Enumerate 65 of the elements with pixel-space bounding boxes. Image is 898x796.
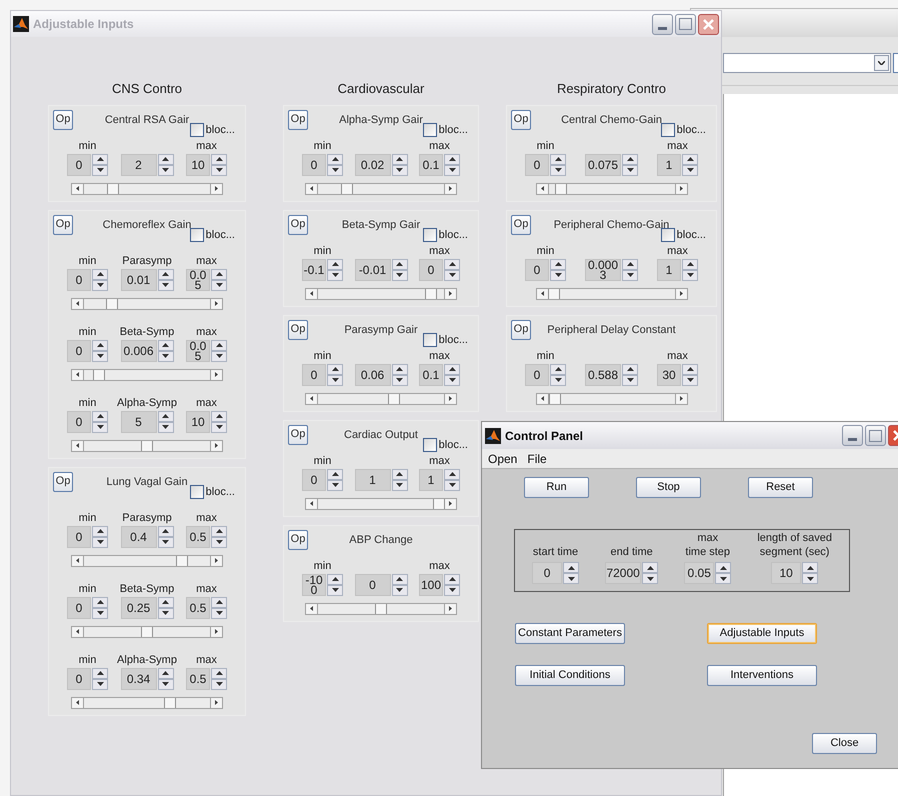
min-label: min <box>314 454 332 468</box>
min-label: min <box>314 560 332 572</box>
checkbox-label: bloc... <box>438 122 468 138</box>
max-label: max <box>667 244 688 258</box>
max-label: max <box>667 350 688 362</box>
slider-name: Parasymp <box>122 254 172 268</box>
max-label: max <box>429 140 450 152</box>
min-label: min <box>536 350 554 362</box>
group-title: Central RSA Gair <box>104 112 190 128</box>
window-title: Adjustable Inputs <box>33 16 134 33</box>
min-label: min <box>78 396 96 410</box>
field-label: max time step <box>685 531 730 559</box>
min-label: min <box>78 140 96 152</box>
group-title: Beta-Symp Gair <box>342 218 420 232</box>
group-title: Cardiac Output <box>344 428 418 442</box>
column-heading: Respiratory Contro <box>556 80 666 98</box>
max-label: max <box>429 244 450 258</box>
max-label: max <box>196 582 217 596</box>
checkbox-label: bloc... <box>438 228 468 242</box>
min-label: min <box>78 254 96 268</box>
slider-name: Parasymp <box>122 512 172 524</box>
max-label: max <box>196 512 217 524</box>
min-label: min <box>78 582 96 596</box>
max-label: max <box>429 454 450 468</box>
max-label: max <box>667 140 688 152</box>
checkbox-label: bloc... <box>206 228 235 242</box>
column-heading: CNS Contro <box>112 80 182 98</box>
group-title: ABP Change <box>349 532 413 548</box>
group-title: Peripheral Chemo-Gain <box>554 218 670 232</box>
min-label: min <box>78 654 96 666</box>
field-label: start time <box>532 545 578 559</box>
column-heading: Cardiovascular <box>338 80 424 98</box>
min-label: min <box>78 512 96 524</box>
field-label: end time <box>610 545 653 559</box>
field-label: length of saved segment (sec) <box>757 531 832 559</box>
group-title: Alpha-Symp Gair <box>339 112 423 128</box>
checkbox-label: bloc... <box>676 228 706 242</box>
group-title: Central Chemo-Gain <box>561 112 662 128</box>
group-title: Peripheral Delay Constant <box>547 322 676 338</box>
checkbox-label: bloc... <box>206 122 235 138</box>
group-title: Parasymp Gair <box>344 322 418 338</box>
max-label: max <box>196 654 217 666</box>
slider-name: Alpha-Symp <box>117 396 177 410</box>
min-label: min <box>536 244 554 258</box>
window-title: Control Panel <box>505 428 584 444</box>
min-label: min <box>314 244 332 258</box>
max-label: max <box>196 396 217 410</box>
min-label: min <box>536 140 554 152</box>
max-label: max <box>196 140 217 152</box>
min-label: min <box>314 140 332 152</box>
max-label: max <box>196 254 217 268</box>
min-label: min <box>78 326 96 338</box>
max-label: max <box>196 326 217 338</box>
max-label: max <box>429 350 450 362</box>
max-label: max <box>429 560 450 572</box>
group-title: Lung Vagal Gain <box>106 474 188 490</box>
slider-name: Beta-Symp <box>120 582 174 596</box>
slider-name: Alpha-Symp <box>117 654 177 666</box>
checkbox-label: bloc... <box>438 438 468 452</box>
checkbox-label: bloc... <box>438 332 468 348</box>
group-title: Chemoreflex Gain <box>102 218 192 232</box>
min-label: min <box>314 350 332 362</box>
checkbox-label: bloc... <box>676 122 706 138</box>
checkbox-label: bloc... <box>206 484 235 500</box>
slider-name: Beta-Symp <box>120 326 174 338</box>
